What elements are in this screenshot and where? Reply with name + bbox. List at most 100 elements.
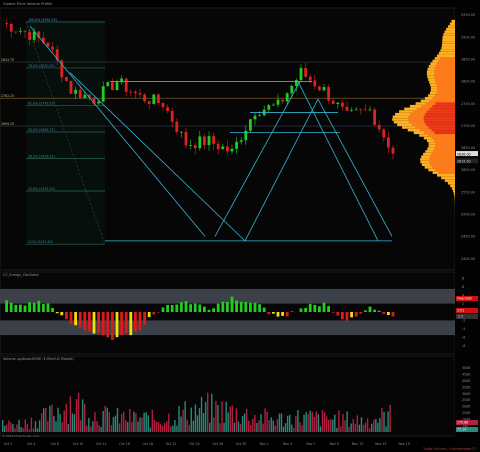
profile-bar	[442, 35, 455, 39]
volume-bar	[327, 419, 330, 432]
osc-badge-text: -2.5	[457, 315, 463, 319]
time-axis-label: Oct 16	[119, 442, 130, 446]
candle-body	[235, 141, 238, 149]
profile-bar	[442, 43, 455, 47]
volume-bar	[366, 418, 369, 432]
candle-body	[175, 121, 179, 133]
osc-bar	[65, 312, 68, 320]
volume-bar	[22, 428, 24, 432]
candle-body	[83, 94, 87, 99]
profile-bar	[435, 142, 455, 145]
volume-bar	[102, 411, 104, 432]
osc-bar	[318, 306, 321, 312]
osc-bar	[180, 302, 183, 312]
profile-bar	[441, 176, 455, 180]
volume-bar	[252, 418, 254, 432]
osc-bar	[364, 310, 367, 312]
profile-bar	[427, 110, 455, 113]
profile-bar	[451, 187, 455, 190]
profile-bar	[435, 168, 455, 172]
profile-bar	[425, 112, 455, 116]
osc-bar	[391, 312, 395, 317]
volume-bar	[49, 405, 51, 432]
volume-bar	[28, 429, 31, 432]
profile-bar	[435, 81, 455, 84]
volume-bar	[149, 427, 151, 432]
volume-bar	[342, 414, 344, 432]
volume-bar	[75, 399, 78, 432]
volume-bar	[170, 426, 172, 432]
profile-bar	[423, 115, 455, 119]
volume-bar	[291, 424, 293, 432]
osc-bar	[216, 303, 220, 312]
volume-bar	[104, 405, 106, 432]
profile-bar	[436, 83, 455, 87]
osc-bar	[244, 302, 248, 312]
profile-bar	[453, 192, 455, 196]
price-axis-label: 2850.00	[461, 57, 475, 61]
price-axis-label: 2700.00	[461, 124, 475, 128]
profile-bar	[453, 189, 455, 193]
volume-bar	[213, 417, 215, 432]
osc-bar	[78, 312, 82, 328]
volume-bar	[79, 420, 82, 432]
time-axis-label: Oct 18	[143, 442, 154, 446]
volume-bar	[241, 416, 244, 432]
profile-bar	[434, 94, 455, 97]
candle-body	[180, 131, 183, 133]
osc-bar	[299, 308, 303, 312]
time-axis-label: Nov 19	[398, 442, 409, 446]
profile-bar	[432, 96, 455, 100]
volume-bar	[219, 423, 221, 432]
level-label: 2843.75	[1, 58, 14, 62]
osc-bar	[249, 302, 252, 312]
candle-body	[184, 131, 188, 146]
volume-bar	[90, 426, 92, 432]
osc-bar	[152, 312, 156, 315]
volume-bar	[262, 423, 264, 432]
volume-bar	[96, 421, 98, 432]
volume-bar	[4, 425, 6, 432]
volume-bar	[387, 411, 389, 432]
volume-bar	[30, 417, 33, 432]
volume-bar	[40, 413, 43, 432]
time-axis-label: Oct 4	[27, 442, 36, 446]
volume-bar	[168, 413, 170, 432]
volume-bar	[245, 408, 248, 432]
volume-bar	[258, 420, 260, 432]
volume-bar	[352, 419, 354, 432]
candle-body	[198, 136, 202, 149]
osc-bar	[157, 312, 160, 313]
volume-axis-label: 250K	[462, 398, 471, 402]
osc-bar	[207, 309, 211, 312]
candle-body	[129, 91, 133, 93]
chart-canvas: Globex Price Volume Profile 2950.00 2900.0…	[0, 0, 480, 452]
volume-bar	[98, 425, 100, 432]
candle-body	[157, 94, 160, 103]
volume-bar	[282, 426, 285, 432]
candle-body	[318, 86, 321, 91]
profile-bar	[436, 88, 455, 92]
volume-bar	[272, 420, 274, 432]
osc-bar	[161, 307, 165, 312]
volume-bar	[192, 420, 195, 432]
volume-bar	[248, 420, 250, 432]
volume-bar	[92, 421, 94, 432]
osc-bar	[377, 310, 381, 312]
volume-bar	[250, 425, 252, 432]
volume-axis-label: 300K	[462, 392, 471, 396]
volume-bar	[26, 423, 28, 432]
price-axis-label: 2400.00	[461, 257, 475, 261]
volume-bar	[57, 407, 59, 432]
osc-bar	[143, 312, 146, 325]
osc-bar	[327, 305, 330, 312]
volume-axis-label: 450K	[462, 373, 471, 377]
volume-bar	[350, 423, 352, 432]
osc-bar	[129, 312, 133, 336]
volume-bar	[100, 426, 102, 432]
osc-badge-text: OverSold	[457, 297, 472, 301]
time-axis-label: Nov 5	[283, 442, 292, 446]
profile-bar	[450, 184, 455, 188]
candle-body	[258, 115, 261, 117]
osc-bar	[382, 312, 386, 315]
